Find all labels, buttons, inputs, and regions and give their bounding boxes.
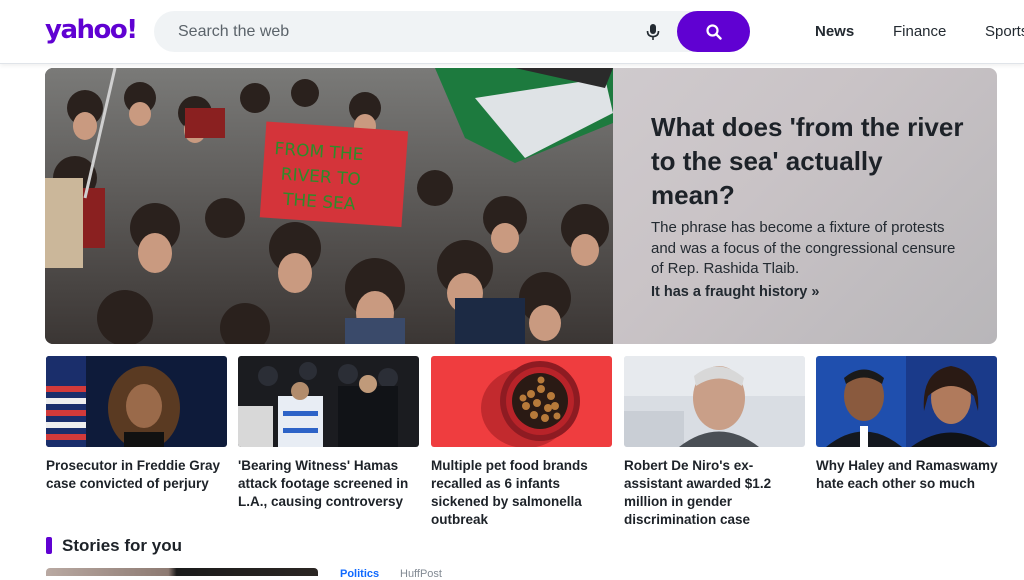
section-accent-bar (46, 537, 52, 554)
story-category-link[interactable]: Politics (340, 568, 379, 580)
card-headline[interactable]: Multiple pet food brands recalled as 6 i… (431, 457, 617, 529)
hero-image[interactable]: FROM THE RIVER TO THE SEA (45, 68, 613, 344)
hero-summary: The phrase has become a fixture of prote… (651, 219, 956, 277)
stories-section-title: Stories for you (62, 536, 182, 555)
hero-read-more-link[interactable]: It has a fraught history » (651, 284, 819, 300)
card-headline[interactable]: Prosecutor in Freddie Gray case convicte… (46, 457, 232, 493)
hero-story[interactable]: FROM THE RIVER TO THE SEA What does 'fro… (45, 68, 997, 344)
hero-headline[interactable]: What does 'from the river to the sea' ac… (651, 110, 971, 212)
story-source: HuffPost (400, 568, 442, 580)
nav-finance[interactable]: Finance (893, 23, 946, 40)
top-header: yahoo! News Finance Sports (0, 0, 1024, 64)
news-card[interactable]: Prosecutor in Freddie Gray case convicte… (46, 356, 227, 493)
card-image[interactable] (624, 356, 805, 447)
card-image[interactable] (46, 356, 227, 447)
nav-news[interactable]: News (815, 23, 854, 40)
microphone-icon[interactable] (644, 23, 662, 41)
story-thumbnail[interactable] (46, 568, 318, 576)
card-headline[interactable]: Why Haley and Ramaswamy hate each other … (816, 457, 1002, 493)
search-input[interactable] (178, 21, 628, 43)
yahoo-logo[interactable]: yahoo! (45, 15, 138, 45)
card-image[interactable] (431, 356, 612, 447)
hero-text-panel: What does 'from the river to the sea' ac… (613, 68, 997, 344)
nav-sports[interactable]: Sports (985, 23, 1024, 40)
search-box[interactable] (154, 11, 750, 52)
card-headline[interactable]: 'Bearing Witness' Hamas attack footage s… (238, 457, 424, 511)
news-card[interactable]: Multiple pet food brands recalled as 6 i… (431, 356, 612, 529)
card-headline[interactable]: Robert De Niro's ex-assistant awarded $1… (624, 457, 810, 529)
card-image[interactable] (238, 356, 419, 447)
news-card[interactable]: 'Bearing Witness' Hamas attack footage s… (238, 356, 419, 511)
news-card[interactable]: Why Haley and Ramaswamy hate each other … (816, 356, 998, 493)
news-card[interactable]: Robert De Niro's ex-assistant awarded $1… (624, 356, 805, 529)
search-icon (705, 23, 722, 40)
search-button[interactable] (677, 11, 750, 52)
card-image[interactable] (816, 356, 997, 447)
